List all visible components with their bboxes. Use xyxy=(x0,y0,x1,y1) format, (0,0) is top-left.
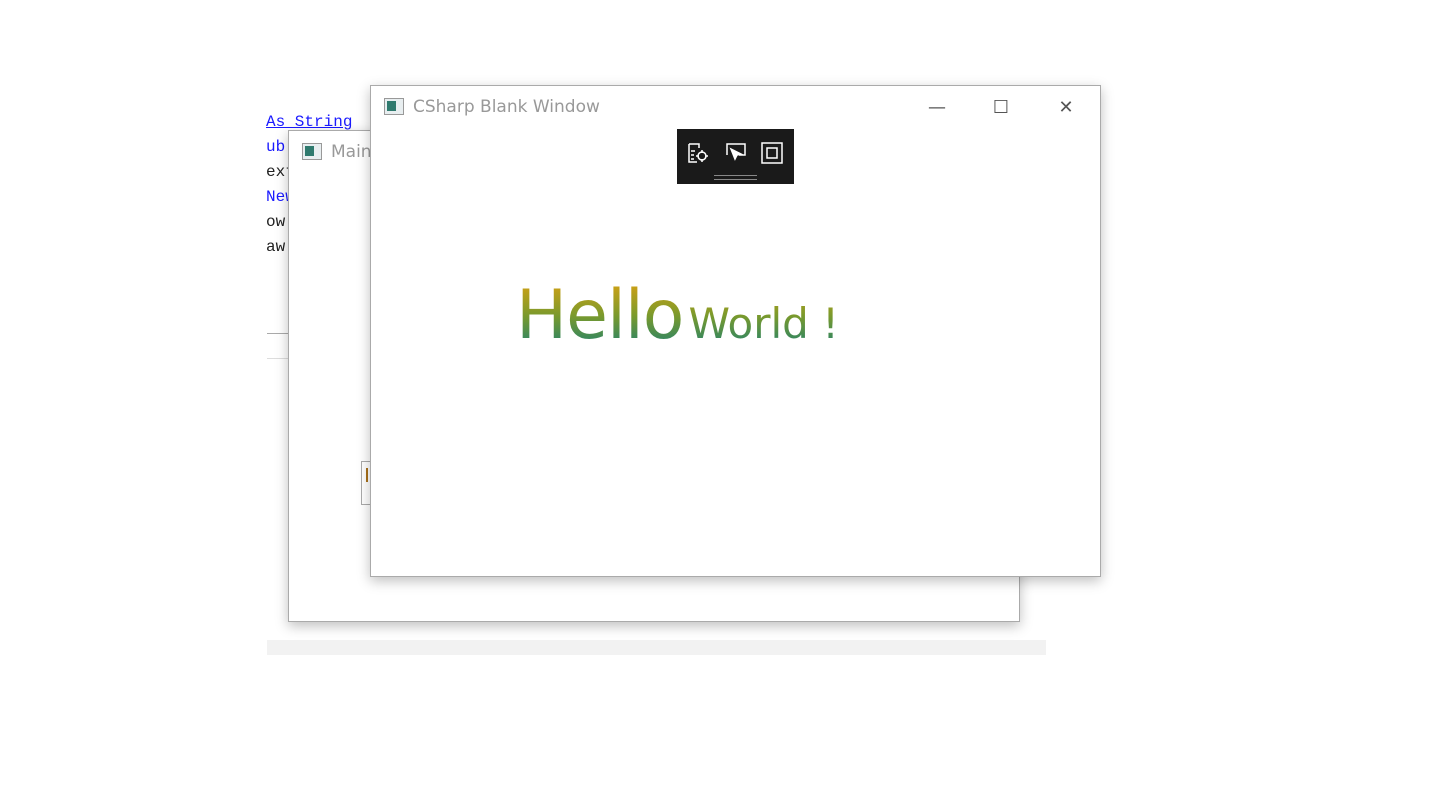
live-visual-tree-icon[interactable] xyxy=(686,141,710,165)
select-element-icon[interactable] xyxy=(723,141,747,165)
window-title: CSharp Blank Window xyxy=(413,97,600,117)
window-title: Main xyxy=(331,142,372,162)
minimize-button[interactable]: — xyxy=(905,86,969,128)
app-icon xyxy=(384,98,404,115)
world-text: World ! xyxy=(688,299,840,348)
hello-world-text: Hello World ! xyxy=(516,276,839,355)
xaml-debug-toolbar xyxy=(677,129,794,184)
csharp-blank-window[interactable]: CSharp Blank Window — ☐ ✕ Hello World ! xyxy=(370,85,1101,577)
app-icon xyxy=(302,143,322,160)
hello-text: Hello xyxy=(516,276,684,355)
maximize-button[interactable]: ☐ xyxy=(969,86,1033,128)
close-button[interactable]: ✕ xyxy=(1034,86,1098,128)
toolbar-drag-handle[interactable] xyxy=(714,175,757,180)
display-layout-adorners-icon[interactable] xyxy=(760,141,784,165)
editor-status-strip xyxy=(267,640,1046,655)
